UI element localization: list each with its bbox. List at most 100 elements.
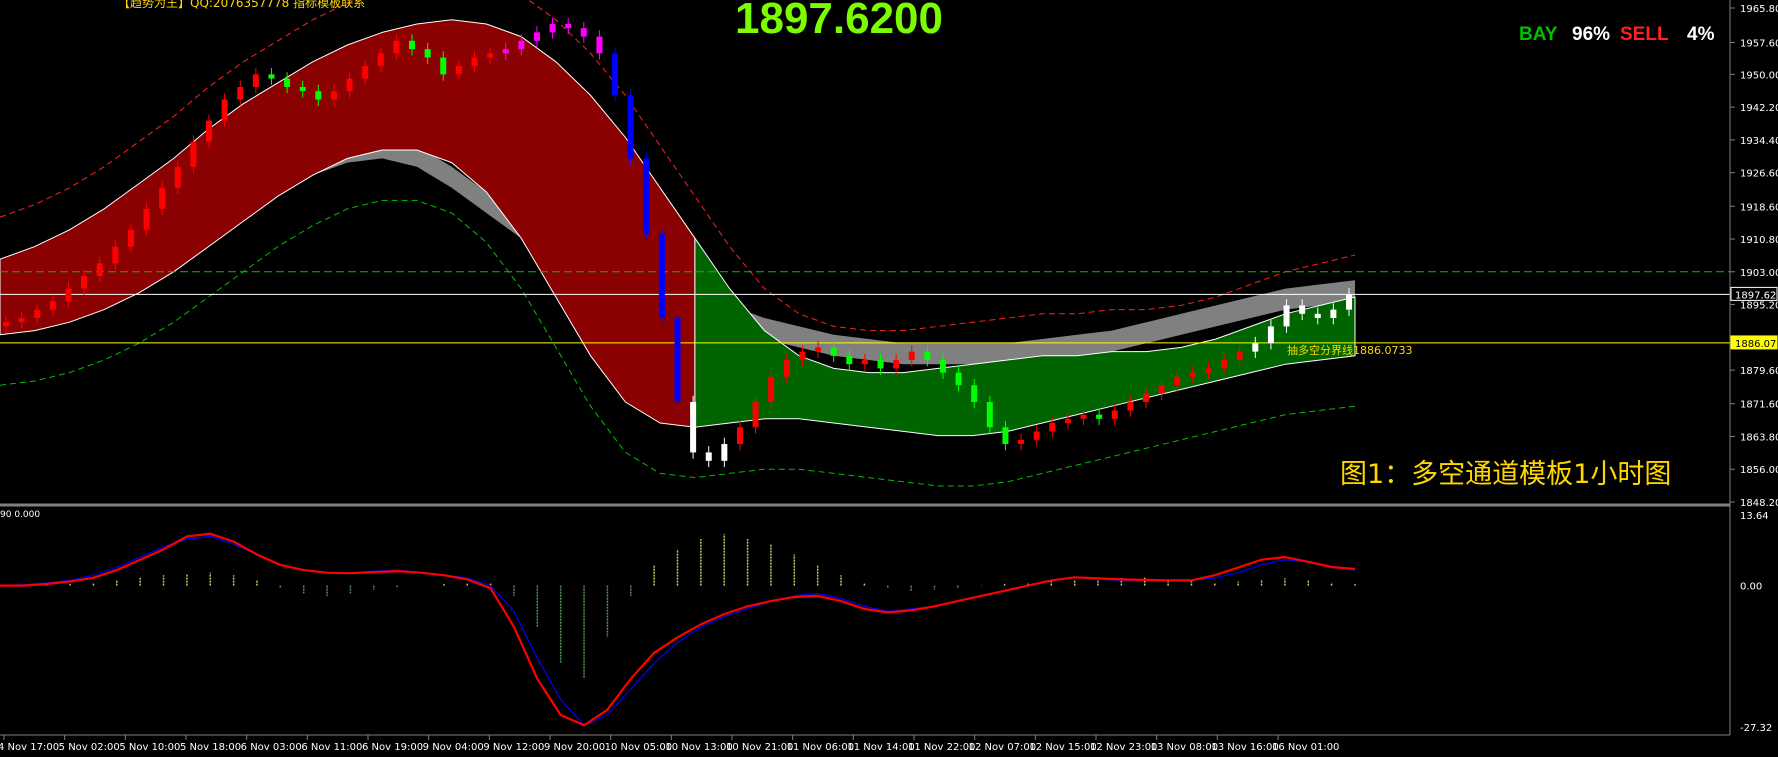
candle-body xyxy=(533,32,540,41)
candle-body xyxy=(299,86,306,92)
buy-value: 96% xyxy=(1572,24,1611,45)
candle-body xyxy=(986,402,993,428)
candle-body xyxy=(143,208,150,230)
y-tick-label: 1848.20 xyxy=(1740,498,1778,509)
candle-body xyxy=(846,355,853,365)
x-tick-label: 10 Nov 05:00 xyxy=(605,742,672,753)
x-tick-label: 11 Nov 06:00 xyxy=(787,742,854,753)
candle-body xyxy=(799,351,806,361)
candle-body xyxy=(455,65,462,75)
y-tick-label: 1863.80 xyxy=(1740,432,1778,443)
x-tick-label: 5 Nov 10:00 xyxy=(119,742,180,753)
candle-body xyxy=(159,187,166,209)
candle-body xyxy=(65,288,72,302)
candle-body xyxy=(284,78,291,87)
macd-indicator-label: 90 0.000 xyxy=(0,510,41,520)
price-label: 1886.07 xyxy=(1735,339,1776,350)
candle-body xyxy=(377,53,384,66)
candle-body xyxy=(190,141,197,167)
candle-body xyxy=(1346,294,1352,310)
candle-body xyxy=(1158,385,1165,394)
candle-body xyxy=(1252,343,1259,352)
candle-body xyxy=(487,53,494,58)
y-tick-label: 1926.60 xyxy=(1740,169,1778,180)
y-tick-label: 1903.00 xyxy=(1740,268,1778,279)
candle-body xyxy=(440,57,447,75)
candle-body xyxy=(1189,372,1196,377)
candle-body xyxy=(830,347,837,356)
candle-body xyxy=(502,49,509,54)
y-tick-label: 1942.20 xyxy=(1740,103,1778,114)
candle-body xyxy=(518,40,525,50)
x-tick-label: 5 Nov 18:00 xyxy=(180,742,241,753)
trading-chart[interactable]: 1965.80 1957.60 1950.00 1942.20 1934.40 1926.… xyxy=(0,0,1778,757)
y-tick-label: 1950.00 xyxy=(1740,70,1778,81)
x-tick-label: 12 Nov 15:00 xyxy=(1029,742,1096,753)
candle-body xyxy=(674,318,681,403)
candle-body xyxy=(206,120,213,142)
candle-body xyxy=(34,309,41,319)
candle-body xyxy=(1064,418,1071,424)
candle-body xyxy=(174,166,181,188)
divider-annotation: 抽多空分界线1886.0733 xyxy=(1287,344,1413,357)
top-note: 【趋势为王】QQ:2076357778 指标模板联系 xyxy=(118,0,366,10)
candle-body xyxy=(1111,410,1118,419)
y-tick-label: 1879.60 xyxy=(1740,366,1778,377)
candle-body xyxy=(393,40,400,54)
candle-body xyxy=(221,99,228,121)
x-tick-label: 11 Nov 14:00 xyxy=(847,742,914,753)
candle-body xyxy=(939,360,946,373)
x-tick-label: 13 Nov 08:00 xyxy=(1151,742,1218,753)
candle-body xyxy=(1096,414,1103,419)
chart-caption: 图1：多空通道模板1小时图 xyxy=(1340,459,1672,490)
candle-body xyxy=(736,427,743,445)
x-tick-label: 5 Nov 02:00 xyxy=(59,742,120,753)
candle-body xyxy=(768,376,775,403)
x-tick-label: 10 Nov 13:00 xyxy=(665,742,732,753)
x-tick-label: 12 Nov 23:00 xyxy=(1090,742,1157,753)
x-tick-label: 4 Nov 17:00 xyxy=(0,742,59,753)
candle-body xyxy=(315,91,322,100)
y-tick-label: 1871.60 xyxy=(1740,400,1778,411)
candle-body xyxy=(1018,439,1025,445)
candle-body xyxy=(877,360,884,369)
candle-body xyxy=(1080,414,1087,419)
candle-body xyxy=(112,246,119,264)
candle-body xyxy=(1127,402,1134,411)
candle-body xyxy=(18,318,25,323)
candle-body xyxy=(815,347,822,352)
candle-body xyxy=(237,86,244,100)
y-tick-label: 1910.80 xyxy=(1740,235,1778,246)
candle-body xyxy=(1267,326,1274,344)
candle-body xyxy=(893,360,900,369)
candle-body xyxy=(1221,360,1228,369)
candle-body xyxy=(612,53,619,96)
candle-body xyxy=(1283,305,1290,327)
sell-value: 4% xyxy=(1687,24,1715,45)
y-tick-label: 1934.40 xyxy=(1740,136,1778,147)
candle-body xyxy=(752,402,759,428)
candle-body xyxy=(549,23,556,33)
y-tick-label: 1965.80 xyxy=(1740,4,1778,15)
x-tick-label: 9 Nov 20:00 xyxy=(544,742,605,753)
y-tick-label: 1957.60 xyxy=(1740,38,1778,49)
sell-label: SELL xyxy=(1620,24,1669,45)
candle-body xyxy=(861,360,868,365)
candle-body xyxy=(565,23,572,29)
macd-y-tick-label: 0.00 xyxy=(1740,582,1762,593)
y-tick-label: 1895.20 xyxy=(1740,301,1778,312)
candle-body xyxy=(643,158,650,234)
candle-body xyxy=(330,91,337,100)
candle-body xyxy=(96,263,103,277)
x-tick-label: 16 Nov 01:00 xyxy=(1272,742,1339,753)
y-tick-label: 1856.00 xyxy=(1740,465,1778,476)
candle-body xyxy=(362,65,369,79)
macd-y-tick-label: -27.32 xyxy=(1740,723,1772,734)
candle-body xyxy=(81,276,88,289)
x-tick-label: 6 Nov 11:00 xyxy=(301,742,362,753)
candle-body xyxy=(1330,309,1337,319)
candle-body xyxy=(1002,427,1009,445)
candle-body xyxy=(955,372,962,386)
candle-body xyxy=(1236,351,1243,361)
buy-label: BAY xyxy=(1519,24,1558,45)
